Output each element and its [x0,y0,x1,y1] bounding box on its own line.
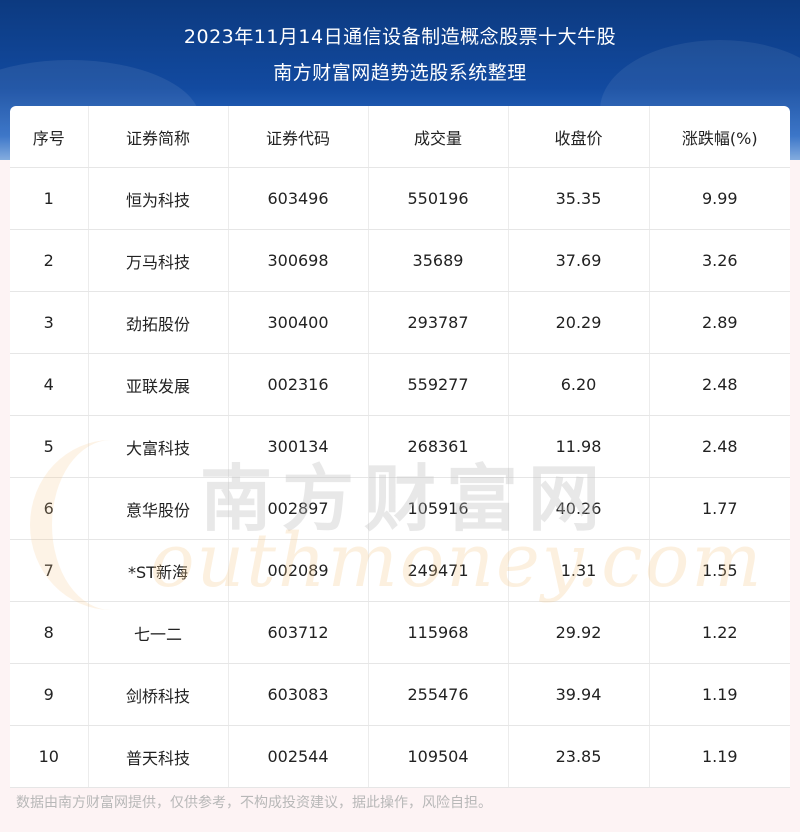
cell-code: 603083 [228,663,369,726]
cell-volume: 109504 [368,725,509,788]
cell-volume: 559277 [368,353,509,416]
cell-rank: 4 [10,353,89,416]
cell-name: 亚联发展 [88,353,229,416]
table-row: 8 七一二 603712 115968 29.92 1.22 [10,601,790,664]
cell-name: 剑桥科技 [88,663,229,726]
cell-change: 2.48 [649,415,790,478]
table-row: 9 剑桥科技 603083 255476 39.94 1.19 [10,663,790,726]
cell-name: 普天科技 [88,725,229,788]
disclaimer-text: 数据由南方财富网提供，仅供参考，不构成投资建议，据此操作，风险自担。 [16,795,492,811]
cell-rank: 7 [10,539,89,602]
cell-change: 2.89 [649,291,790,354]
column-header: 证券代码 [228,106,369,168]
cell-close: 39.94 [508,663,650,726]
cell-name: 恒为科技 [88,167,229,230]
cell-rank: 2 [10,229,89,292]
cell-close: 37.69 [508,229,650,292]
cell-code: 300698 [228,229,369,292]
cell-code: 603496 [228,167,369,230]
cell-name: 意华股份 [88,477,229,540]
cell-code: 300134 [228,415,369,478]
stock-table-card: 序号 证券简称 证券代码 成交量 收盘价 涨跌幅(%) 1 恒为科技 60349… [10,106,790,788]
cell-change: 1.77 [649,477,790,540]
cell-volume: 35689 [368,229,509,292]
table-header-row: 序号 证券简称 证券代码 成交量 收盘价 涨跌幅(%) [10,106,790,168]
cell-change: 3.26 [649,229,790,292]
cell-code: 002897 [228,477,369,540]
cell-rank: 3 [10,291,89,354]
cell-volume: 293787 [368,291,509,354]
column-header: 涨跌幅(%) [649,106,790,168]
cell-name: *ST新海 [88,539,229,602]
cell-volume: 105916 [368,477,509,540]
cell-rank: 1 [10,167,89,230]
table-row: 3 劲拓股份 300400 293787 20.29 2.89 [10,291,790,354]
cell-change: 9.99 [649,167,790,230]
stock-table: 序号 证券简称 证券代码 成交量 收盘价 涨跌幅(%) 1 恒为科技 60349… [10,106,790,788]
cell-change: 1.19 [649,663,790,726]
cell-volume: 115968 [368,601,509,664]
cell-code: 002089 [228,539,369,602]
cell-code: 300400 [228,291,369,354]
cell-rank: 5 [10,415,89,478]
cell-volume: 268361 [368,415,509,478]
cell-close: 6.20 [508,353,650,416]
cell-close: 1.31 [508,539,650,602]
cell-name: 七一二 [88,601,229,664]
page-title: 2023年11月14日通信设备制造概念股票十大牛股 [183,26,617,48]
cell-close: 20.29 [508,291,650,354]
cell-close: 23.85 [508,725,650,788]
cell-code: 002316 [228,353,369,416]
cell-volume: 249471 [368,539,509,602]
cell-volume: 550196 [368,167,509,230]
column-header: 成交量 [368,106,509,168]
cell-rank: 10 [10,725,89,788]
page-subtitle: 南方财富网趋势选股系统整理 [273,62,527,84]
cell-rank: 8 [10,601,89,664]
table-row: 1 恒为科技 603496 550196 35.35 9.99 [10,167,790,230]
cell-code: 603712 [228,601,369,664]
cell-name: 万马科技 [88,229,229,292]
cell-name: 劲拓股份 [88,291,229,354]
cell-change: 1.55 [649,539,790,602]
column-header: 序号 [10,106,89,168]
table-row: 2 万马科技 300698 35689 37.69 3.26 [10,229,790,292]
column-header: 收盘价 [508,106,650,168]
cell-code: 002544 [228,725,369,788]
cell-close: 29.92 [508,601,650,664]
table-row: 4 亚联发展 002316 559277 6.20 2.48 [10,353,790,416]
table-row: 7 *ST新海 002089 249471 1.31 1.55 [10,539,790,602]
cell-change: 1.22 [649,601,790,664]
cell-close: 11.98 [508,415,650,478]
cell-close: 40.26 [508,477,650,540]
cell-volume: 255476 [368,663,509,726]
table-row: 5 大富科技 300134 268361 11.98 2.48 [10,415,790,478]
cell-rank: 6 [10,477,89,540]
table-row: 10 普天科技 002544 109504 23.85 1.19 [10,725,790,788]
table-row: 6 意华股份 002897 105916 40.26 1.77 [10,477,790,540]
cell-change: 1.19 [649,725,790,788]
column-header: 证券简称 [88,106,229,168]
cell-name: 大富科技 [88,415,229,478]
cell-change: 2.48 [649,353,790,416]
cell-close: 35.35 [508,167,650,230]
cell-rank: 9 [10,663,89,726]
